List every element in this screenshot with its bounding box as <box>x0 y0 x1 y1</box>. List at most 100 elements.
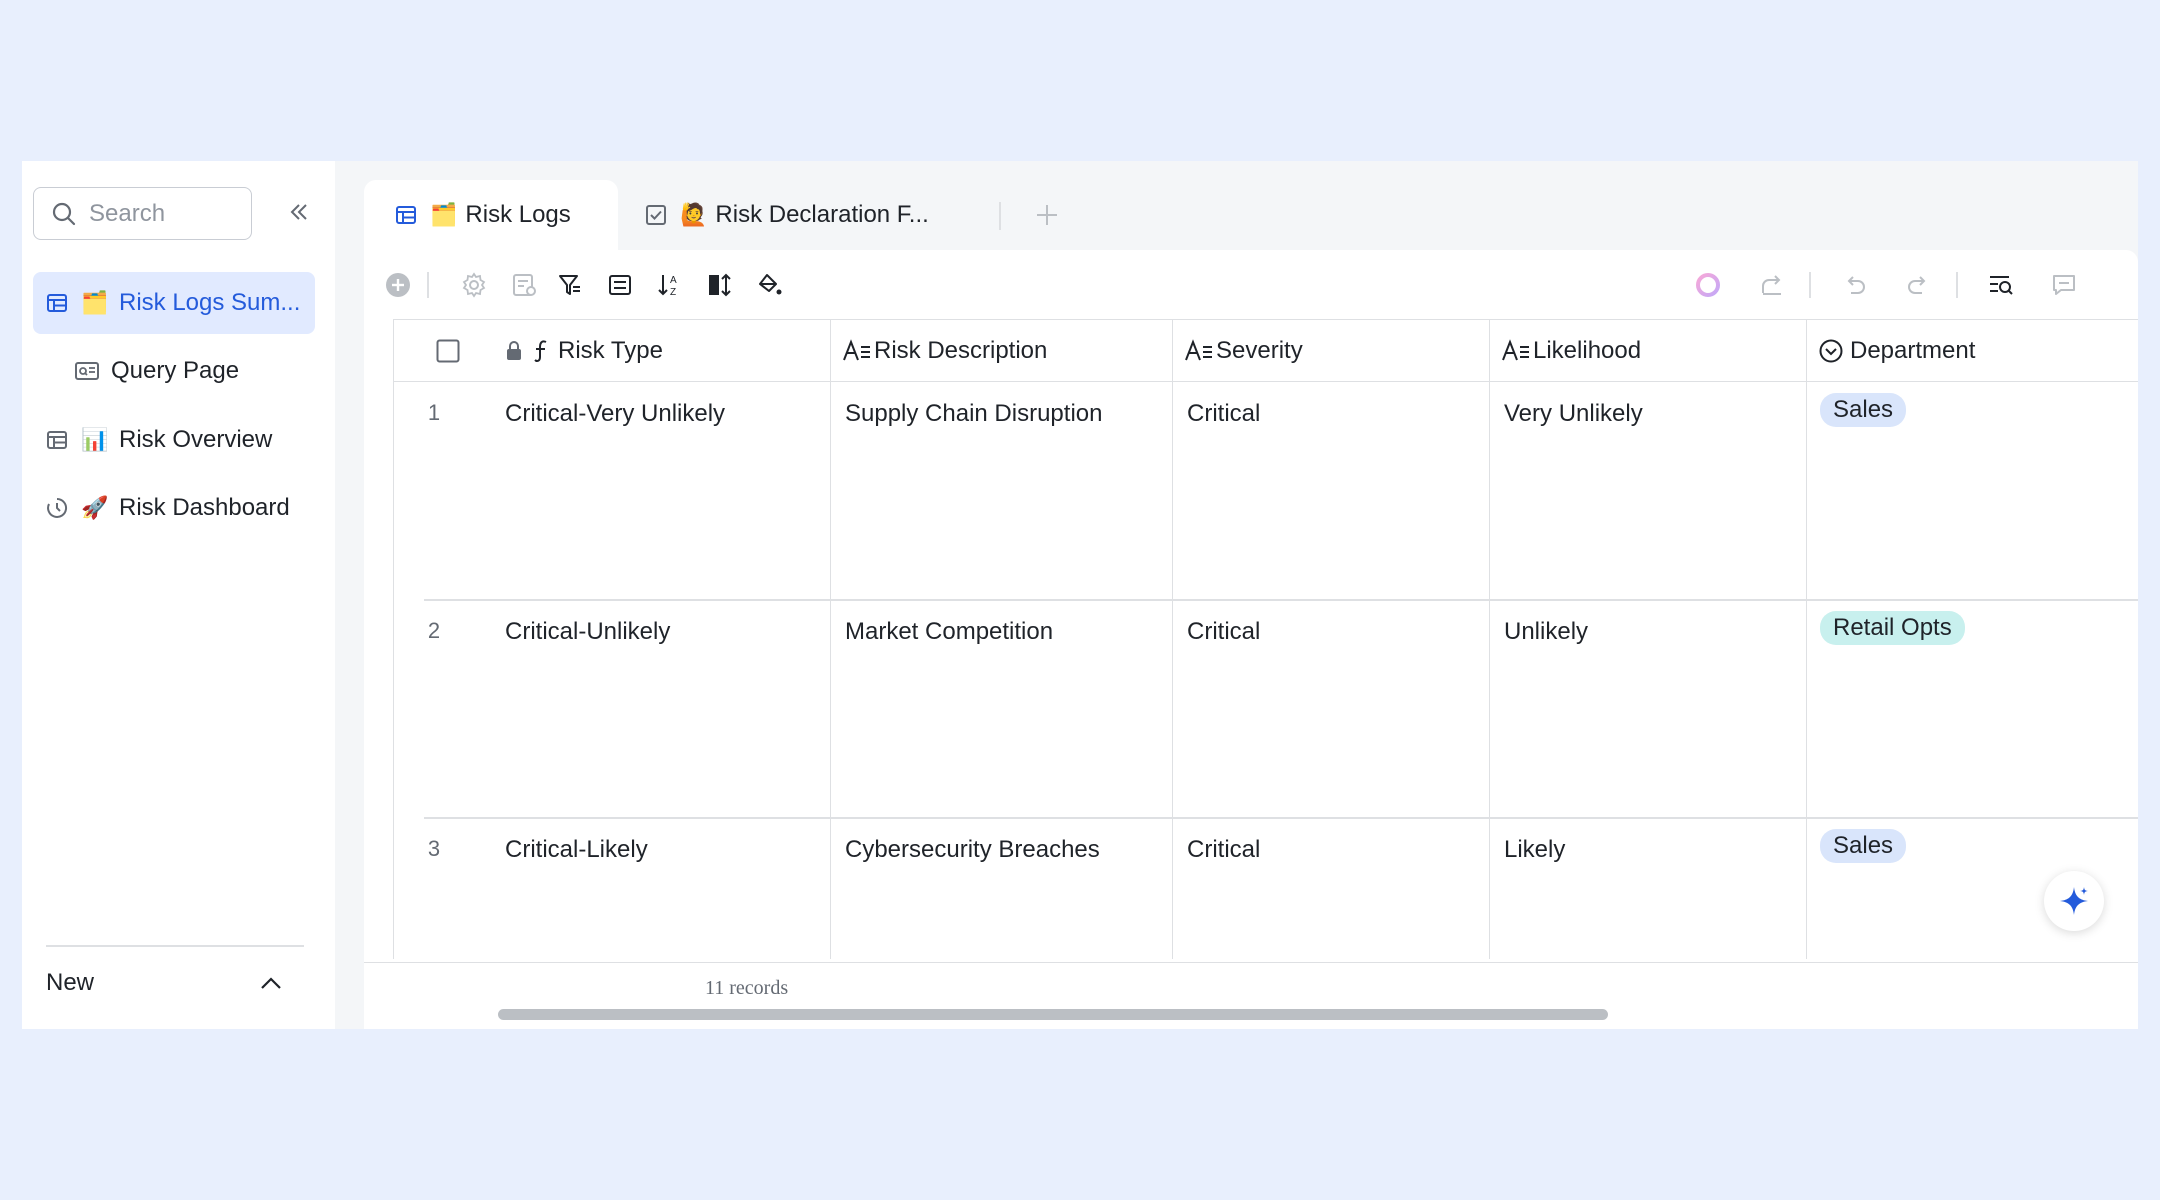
toolbar-separator <box>1809 272 1811 298</box>
formula-icon <box>530 338 552 364</box>
ai-sparkle-button[interactable] <box>2044 871 2104 931</box>
collapse-sidebar-icon[interactable] <box>282 195 316 229</box>
table-panel: AZ Risk Type Risk Description Severity L… <box>364 250 2138 1029</box>
lock-icon <box>504 340 524 362</box>
app-window: Search 🗂️ Risk Logs Sum... Query Page 📊 … <box>22 161 2138 1029</box>
toolbar-separator <box>427 272 429 298</box>
comment-icon[interactable] <box>2046 267 2082 303</box>
cell-risk-type[interactable]: Critical-Likely <box>505 836 648 864</box>
dashboard-icon <box>43 494 71 522</box>
column-label: Risk Type <box>558 337 663 364</box>
sidebar-item-label: Query Page <box>111 357 240 384</box>
grid-icon <box>43 426 71 454</box>
folder-emoji-icon: 🗂️ <box>81 290 109 315</box>
data-grid: Risk Type Risk Description Severity Like… <box>393 319 2138 959</box>
department-tag[interactable]: Sales <box>1820 829 1907 863</box>
tab-risk-declaration-form[interactable]: 🙋 Risk Declaration F... <box>644 180 929 250</box>
grid-icon <box>394 203 418 227</box>
cell-risk-description[interactable]: Supply Chain Disruption <box>845 400 1102 428</box>
text-field-icon <box>1501 339 1531 363</box>
chevron-up-icon[interactable] <box>254 967 288 1001</box>
folder-emoji-icon: 🗂️ <box>430 202 458 227</box>
query-icon <box>73 357 101 385</box>
sparkle-icon <box>2060 887 2088 915</box>
redo-icon[interactable] <box>1900 267 1936 303</box>
column-header-severity[interactable]: Severity <box>1184 320 1303 382</box>
share-icon[interactable] <box>1754 267 1790 303</box>
cell-risk-description[interactable]: Market Competition <box>845 618 1053 646</box>
field-settings-icon[interactable] <box>506 267 542 303</box>
sidebar-divider <box>46 945 304 947</box>
person-emoji-icon: 🙋 <box>680 202 708 227</box>
fill-color-icon[interactable] <box>752 267 788 303</box>
search-records-icon[interactable] <box>1983 267 2019 303</box>
sidebar-item-label: Risk Overview <box>119 426 273 453</box>
cell-likelihood[interactable]: Very Unlikely <box>1504 400 1643 428</box>
table-footer: 11 records <box>364 962 2138 1029</box>
cell-likelihood[interactable]: Likely <box>1504 836 1565 864</box>
rocket-emoji-icon: 🚀 <box>81 495 109 520</box>
sidebar-item-risk-overview[interactable]: 📊 Risk Overview <box>33 409 315 471</box>
tab-bar: 🗂️ Risk Logs 🙋 Risk Declaration F... <box>364 180 2138 250</box>
cell-risk-type[interactable]: Critical-Very Unlikely <box>505 400 725 428</box>
ai-assistant-icon[interactable] <box>1690 267 1726 303</box>
cell-severity[interactable]: Critical <box>1187 836 1260 864</box>
svg-text:A: A <box>670 275 677 286</box>
horizontal-scrollbar[interactable] <box>498 1009 1608 1020</box>
group-icon[interactable] <box>602 267 638 303</box>
cell-severity[interactable]: Critical <box>1187 618 1260 646</box>
add-record-icon[interactable] <box>380 267 416 303</box>
grid-icon <box>43 289 71 317</box>
tab-label: Risk Logs <box>465 201 571 228</box>
sidebar-item-label: Risk Logs Sum... <box>119 289 301 316</box>
column-label: Risk Description <box>874 337 1048 364</box>
search-icon <box>51 201 77 227</box>
column-header-department[interactable]: Department <box>1818 320 1975 382</box>
search-placeholder: Search <box>89 199 166 227</box>
sidebar: Search 🗂️ Risk Logs Sum... Query Page 📊 … <box>22 161 335 1029</box>
row-number: 3 <box>427 836 441 861</box>
add-tab-icon[interactable] <box>1030 198 1064 232</box>
text-field-icon <box>842 339 872 363</box>
column-label: Likelihood <box>1533 337 1642 364</box>
sidebar-item-risk-dashboard[interactable]: 🚀 Risk Dashboard <box>33 477 315 539</box>
cell-risk-type[interactable]: Critical-Unlikely <box>505 618 670 646</box>
svg-text:Z: Z <box>670 287 676 298</box>
toolbar: AZ <box>364 250 2138 320</box>
cell-risk-description[interactable]: Cybersecurity Breaches <box>845 836 1100 864</box>
tab-label: Risk Declaration F... <box>715 201 929 228</box>
sort-icon[interactable]: AZ <box>652 267 688 303</box>
filter-icon[interactable] <box>552 267 588 303</box>
row-number: 2 <box>427 618 441 643</box>
cell-likelihood[interactable]: Unlikely <box>1504 618 1588 646</box>
column-header-risk-description[interactable]: Risk Description <box>842 320 1047 382</box>
column-label: Severity <box>1216 337 1303 364</box>
tab-separator <box>999 202 1001 230</box>
form-icon <box>644 203 668 227</box>
single-select-icon <box>1818 338 1844 364</box>
department-tag[interactable]: Retail Opts <box>1820 611 1965 645</box>
sidebar-item-risk-logs-summary[interactable]: 🗂️ Risk Logs Sum... <box>33 272 315 334</box>
select-all-checkbox[interactable] <box>436 320 460 382</box>
column-label: Department <box>1850 337 1976 364</box>
column-header-likelihood[interactable]: Likelihood <box>1501 320 1641 382</box>
row-height-icon[interactable] <box>702 267 738 303</box>
department-tag[interactable]: Sales <box>1820 393 1907 427</box>
settings-icon[interactable] <box>456 267 492 303</box>
sidebar-item-label: Risk Dashboard <box>119 494 290 521</box>
column-header-risk-type[interactable]: Risk Type <box>504 320 663 382</box>
row-divider <box>424 817 2138 819</box>
new-label[interactable]: New <box>46 969 94 997</box>
row-number: 1 <box>427 400 441 425</box>
sidebar-item-query-page[interactable]: Query Page <box>33 340 315 402</box>
cell-severity[interactable]: Critical <box>1187 400 1260 428</box>
tab-risk-logs[interactable]: 🗂️ Risk Logs <box>364 180 618 250</box>
toolbar-separator <box>1956 272 1958 298</box>
bar-chart-emoji-icon: 📊 <box>81 427 109 452</box>
record-count: 11 records <box>705 977 789 999</box>
main-area: 🗂️ Risk Logs 🙋 Risk Declaration F... A Z… <box>364 180 2138 1029</box>
undo-icon[interactable] <box>1837 267 1873 303</box>
search-input[interactable]: Search <box>33 187 252 240</box>
row-divider <box>424 599 2138 601</box>
text-field-icon <box>1184 339 1214 363</box>
